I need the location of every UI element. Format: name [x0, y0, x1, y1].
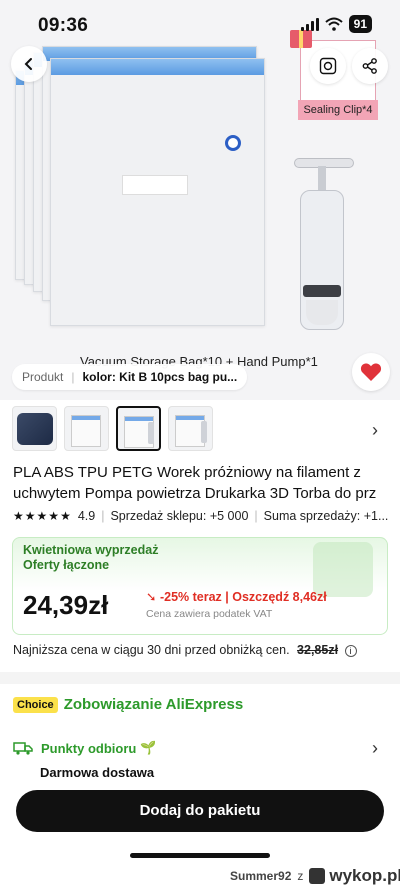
sealing-clip-label: Sealing Clip*4 — [298, 100, 378, 120]
selected-variant[interactable]: kolor: Kit B 10pcs bag pu... — [82, 370, 237, 384]
choice-text: Zobowiązanie AliExpress — [63, 696, 244, 713]
variant-thumbnail[interactable] — [168, 406, 213, 451]
heart-icon — [360, 363, 382, 381]
pump-base — [303, 285, 341, 297]
promo-line2: Oferty łączone — [23, 558, 110, 572]
truck-icon — [13, 742, 33, 755]
home-indicator[interactable] — [130, 853, 270, 858]
discount-text: -25% teraz | Oszczędź 8,46zł — [159, 590, 327, 604]
share-button[interactable] — [352, 48, 388, 84]
product-title: PLA ABS TPU PETG Worek próżniowy na fila… — [13, 462, 393, 504]
wifi-icon — [324, 17, 343, 31]
variant-thumbnail[interactable] — [12, 406, 57, 451]
chevron-right-icon[interactable]: › — [372, 738, 378, 759]
divider: | — [101, 509, 105, 523]
lowest-price-text: Najniższa cena w ciągu 30 dni przed obni… — [13, 643, 290, 657]
tab-product[interactable]: Produkt — [22, 370, 63, 384]
product-title-line: uchwytem Pompa powietrza Drukarka 3D Tor… — [13, 485, 377, 502]
product-title-line: PLA ABS TPU PETG Worek próżniowy na fila… — [13, 464, 361, 481]
choice-commitment[interactable]: Choice Zobowiązanie AliExpress — [13, 696, 243, 713]
star-rating-icon: ★ ★ ★ ★ ★ — [13, 509, 71, 523]
image-search-button[interactable] — [310, 48, 346, 84]
current-price: 24,39zł — [23, 590, 109, 620]
share-icon — [362, 58, 377, 74]
pump-tip — [306, 300, 338, 325]
divider: | — [254, 509, 258, 523]
variant-thumbnail-selected[interactable] — [116, 406, 161, 451]
total-sales: Suma sprzedaży: +1... — [263, 509, 389, 523]
image-search-icon — [319, 57, 337, 75]
watermark-brand: wykop.pl — [329, 866, 400, 885]
variant-thumbnail[interactable] — [64, 406, 109, 451]
back-button[interactable] — [11, 46, 47, 82]
variant-thumbnails — [12, 406, 213, 451]
promo-heading: Kwietniowa wyprzedaż Oferty łączone — [23, 543, 158, 573]
wykop-logo-icon — [309, 868, 326, 884]
watermark-z: z — [297, 869, 304, 883]
down-arrow-icon: ➘ — [146, 590, 160, 604]
promo-line1: Kwietniowa wyprzedaż — [23, 543, 159, 557]
watermark-user: Summer92 — [230, 869, 292, 883]
rating-row[interactable]: ★ ★ ★ ★ ★ 4.9 | Sprzedaż sklepu: +5 000 | Su… — [13, 509, 388, 523]
old-price: 32,85zł — [297, 643, 339, 657]
pickup-label: Punkty odbioru — [41, 740, 137, 756]
status-time: 09:36 — [38, 15, 89, 36]
info-icon[interactable]: i — [344, 645, 357, 657]
lowest-price-note: Najniższa cena w ciągu 30 dni przed obni… — [13, 643, 357, 657]
breadcrumb-separator: | — [71, 370, 75, 384]
bag-label — [122, 175, 188, 195]
wishlist-button[interactable] — [352, 353, 390, 391]
shop-sales: Sprzedaż sklepu: +5 000 — [110, 509, 249, 523]
rating-value: 4.9 — [77, 509, 96, 523]
bag-valve — [225, 135, 241, 151]
discount-badge: ➘ -25% teraz | Oszczędź 8,46zł — [146, 589, 327, 604]
battery-icon: 91 — [348, 15, 372, 33]
variant-breadcrumb[interactable]: Produkt | kolor: Kit B 10pcs bag pu... — [12, 364, 248, 390]
chevron-left-icon — [24, 58, 32, 70]
choice-badge: Choice — [13, 696, 58, 713]
sprout-icon: 🌱 — [140, 740, 157, 755]
signal-icon — [300, 17, 319, 31]
status-icons: 91 — [300, 15, 372, 33]
add-to-bundle-button[interactable]: Dodaj do pakietu — [16, 790, 384, 832]
pickup-points-row[interactable]: Punkty odbioru 🌱 — [13, 740, 157, 756]
status-bar: 09:36 91 — [0, 0, 400, 50]
watermark: Summer92 z wykop.pl — [230, 866, 400, 885]
section-divider — [0, 672, 400, 684]
chevron-right-icon[interactable]: › — [372, 420, 378, 441]
bottom-bar: Dodaj do pakietu Summer92 z wykop.pl — [0, 778, 400, 885]
promo-card: Kwietniowa wyprzedaż Oferty łączone 24,3… — [12, 537, 388, 635]
vat-note: Cena zawiera podatek VAT — [146, 608, 273, 620]
